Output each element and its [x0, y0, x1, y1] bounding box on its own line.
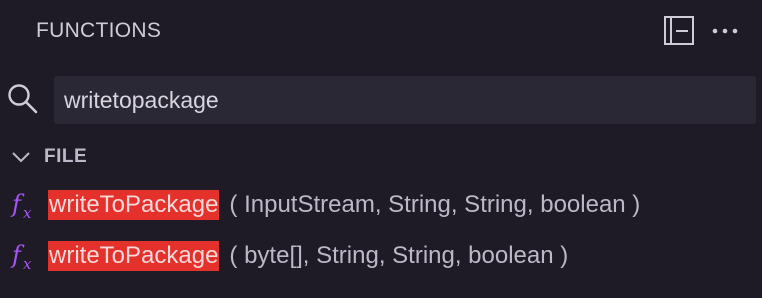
- function-icon: f x: [10, 241, 32, 273]
- collapse-all-icon: [664, 16, 694, 45]
- group-header-file[interactable]: FILE: [8, 140, 87, 174]
- function-icon: f x: [10, 190, 32, 222]
- collapse-all-button[interactable]: [662, 13, 696, 47]
- search-field[interactable]: [54, 76, 756, 124]
- function-params: ( byte[], String, String, boolean ): [229, 242, 569, 269]
- svg-text:x: x: [23, 255, 32, 273]
- function-params: ( InputStream, String, String, boolean ): [229, 191, 641, 218]
- function-name: writeToPackage: [48, 241, 220, 271]
- search-input[interactable]: [64, 86, 746, 114]
- more-actions-button[interactable]: [709, 17, 743, 45]
- svg-text:x: x: [23, 204, 32, 222]
- functions-panel: FUNCTIONS FILE f: [0, 0, 762, 298]
- result-item[interactable]: f x writeToPackage ( InputStream, String…: [0, 182, 762, 228]
- panel-header: FUNCTIONS: [0, 0, 762, 64]
- result-text: writeToPackage ( byte[], String, String,…: [48, 241, 568, 271]
- chevron-down-icon: [12, 152, 30, 163]
- search-icon: [8, 84, 38, 114]
- result-item[interactable]: f x writeToPackage ( byte[], String, Str…: [0, 233, 762, 279]
- function-name: writeToPackage: [48, 190, 220, 220]
- group-label: FILE: [44, 146, 88, 167]
- more-actions-icon: [712, 28, 738, 34]
- result-text: writeToPackage ( InputStream, String, St…: [48, 190, 640, 220]
- panel-title: FUNCTIONS: [36, 19, 162, 42]
